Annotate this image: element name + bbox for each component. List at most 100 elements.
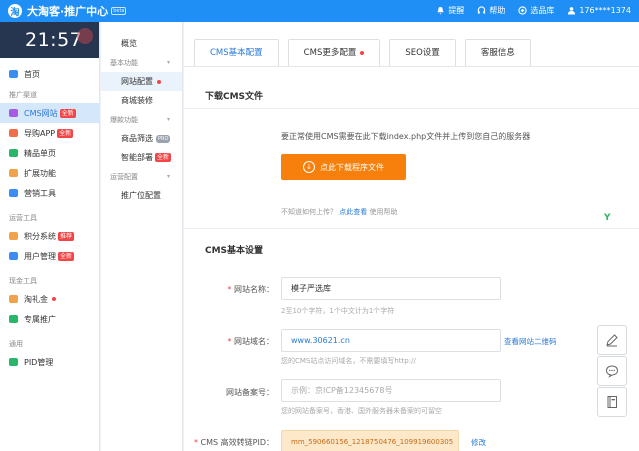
pid-input[interactable]: mm_590660156_1218750476_109919600305 <box>281 430 459 451</box>
sidebar-item-label: 积分系统 <box>24 231 56 241</box>
help-suffix: 使用帮助 <box>369 208 398 216</box>
help-link[interactable]: 点此查看 <box>339 208 367 216</box>
chat-float-button[interactable] <box>597 356 627 386</box>
site-icp-input[interactable]: 示例：京ICP备12345678号 <box>281 379 501 402</box>
edit-float-button[interactable] <box>597 325 627 355</box>
brand[interactable]: 淘 大淘客·推广中心 beta <box>8 3 127 19</box>
sidebar-item-points[interactable]: 积分系统 推荐 <box>0 226 99 246</box>
beta-badge: beta <box>111 7 127 15</box>
pid-edit-link[interactable]: 修改 <box>471 437 486 448</box>
sidebar-item-label: 专属推广 <box>24 314 56 324</box>
top-bar: 淘 大淘客·推广中心 beta 提醒 帮助 选品库 176****1374 <box>0 0 639 22</box>
tab-cms-basic[interactable]: CMS基本配置 <box>194 39 279 67</box>
submenu-item-site-config[interactable]: 网站配置 <box>101 72 182 91</box>
account-menu[interactable]: 176****1374 <box>567 6 631 15</box>
account-phone: 176****1374 <box>579 6 631 15</box>
tab-seo[interactable]: SEO设置 <box>389 39 456 67</box>
remind-label: 提醒 <box>448 6 465 15</box>
site-domain-hint: 您的CMS站点访问域名，不需要填写http:// <box>281 357 416 365</box>
clock: 21:57 <box>0 22 99 58</box>
submenu-item-ad-config[interactable]: 推广位配置 <box>101 186 182 205</box>
chevron-down-icon: ▾ <box>166 173 170 180</box>
sidebar-item-extend[interactable]: 扩展功能 <box>0 163 99 183</box>
tab-label: 客服信息 <box>480 48 515 58</box>
sidebar-item-label: 导购APP <box>24 128 56 138</box>
site-icp-label: 网站备案号： <box>226 388 274 397</box>
submenu-item-smart-deploy[interactable]: 智能部署 全新 <box>101 148 182 167</box>
sidebar-item-users[interactable]: 用户管理 全新 <box>0 246 99 266</box>
site-domain-label: * 网站域名： <box>227 337 274 346</box>
pid-icon <box>9 358 18 366</box>
users-icon <box>9 252 18 260</box>
headset-icon <box>478 6 486 14</box>
main-content: CMS基本配置 CMS更多配置 SEO设置 客服信息 下载CMS文件 要正常使用… <box>184 22 639 451</box>
section-divider <box>184 108 639 109</box>
sidebar-item-single-page[interactable]: 精品单页 <box>0 143 99 163</box>
tab-label: CMS基本配置 <box>210 48 263 58</box>
basic-section-title: CMS基本设置 <box>205 246 264 256</box>
submenu-item-mall-decor[interactable]: 商城装修 <box>101 91 182 110</box>
new-badge: 全新 <box>59 108 76 118</box>
chevron-down-icon: ▾ <box>166 59 170 66</box>
sidebar-item-special[interactable]: 专属推广 <box>0 309 99 329</box>
chat-bubble-icon <box>605 365 619 378</box>
section-divider <box>184 228 639 229</box>
sidebar-item-pid[interactable]: PID管理 <box>0 352 99 372</box>
bell-icon <box>437 6 445 15</box>
gift-icon <box>9 295 18 303</box>
remind-button[interactable]: 提醒 <box>436 5 464 16</box>
label-text: CMS 高效转链PID： <box>200 438 274 447</box>
sidebar-item-guide-app[interactable]: 导购APP 全新 <box>0 123 99 143</box>
sidebar-item-home[interactable]: 首页 <box>0 64 99 84</box>
sidebar-item-label: 营销工具 <box>24 188 56 198</box>
pid-label: * CMS 高效转链PID： <box>194 438 274 447</box>
points-icon <box>9 232 18 240</box>
sidebar-item-label: 首页 <box>24 69 40 79</box>
submenu-group-ops[interactable]: 运营配置 ▾ <box>101 167 182 186</box>
tab-label: CMS更多配置 <box>303 48 357 58</box>
submenu-item-product-filter[interactable]: 商品筛选 PRO <box>101 129 182 148</box>
download-section-title: 下载CMS文件 <box>205 92 264 102</box>
site-domain-input[interactable]: www.30621.cn <box>281 329 501 352</box>
label-text: 网站域名： <box>234 337 274 346</box>
toolbox-icon <box>9 189 18 197</box>
brand-logo-icon: 淘 <box>8 4 22 18</box>
new-badge: 全新 <box>58 251 75 261</box>
notification-dot <box>157 79 161 84</box>
sidebar-item-marketing[interactable]: 营销工具 <box>0 183 99 203</box>
submenu-group-label: 爆款功能 <box>110 115 138 124</box>
selection-library-button[interactable]: 选品库 <box>518 5 554 16</box>
site-name-hint: 2至10个字符，1个中文计为1个字符 <box>281 307 395 315</box>
submenu-group-label: 运营配置 <box>110 172 138 181</box>
view-qrcode-link[interactable]: 查看网站二维码 <box>504 336 557 347</box>
tab-customer-service[interactable]: 客服信息 <box>464 39 531 67</box>
submenu-group-label: 基本功能 <box>110 58 138 67</box>
sidebar-item-label: 扩展功能 <box>24 168 56 178</box>
guide-float-button[interactable] <box>597 387 627 417</box>
help-label: 帮助 <box>489 6 506 15</box>
sidebar-item-label: 精品单页 <box>24 148 56 158</box>
sidebar-section-cash: 现金工具 <box>9 277 37 285</box>
submenu: 概览 基本功能 ▾ 网站配置 商城装修 爆款功能 ▾ 商品筛选 PRO 智能部署… <box>101 22 183 451</box>
help-button[interactable]: 帮助 <box>477 5 505 16</box>
site-name-input[interactable]: 模子严选库 <box>281 277 501 300</box>
pencil-icon <box>606 334 618 347</box>
recommend-badge: 推荐 <box>58 231 75 241</box>
submenu-item-overview[interactable]: 概览 <box>101 34 182 53</box>
submenu-group-hot[interactable]: 爆款功能 ▾ <box>101 110 182 129</box>
sidebar-item-cms[interactable]: CMS网站 全新 <box>0 103 99 123</box>
tab-divider <box>184 66 639 67</box>
sidebar-item-gift[interactable]: 淘礼金 <box>0 289 99 309</box>
app-icon <box>9 129 18 137</box>
submenu-item-label: 网站配置 <box>121 77 153 86</box>
download-icon: ↓ <box>303 161 315 173</box>
submenu-item-label: 智能部署 <box>121 153 153 162</box>
tab-cms-more[interactable]: CMS更多配置 <box>287 39 381 67</box>
help-prefix: 不知道如何上传？ <box>281 208 337 216</box>
shop-icon <box>518 6 527 15</box>
download-program-button[interactable]: ↓ 点此下载程序文件 <box>281 154 406 180</box>
sidebar: 21:57 首页 推广渠道 CMS网站 全新 导购APP 全新 精品单页 扩展功… <box>0 22 100 451</box>
new-badge: 全新 <box>57 128 74 138</box>
site-icp-hint: 您的网站备案号，香港、国外服务器未备案的可留空 <box>281 407 442 415</box>
submenu-group-basic[interactable]: 基本功能 ▾ <box>101 53 182 72</box>
